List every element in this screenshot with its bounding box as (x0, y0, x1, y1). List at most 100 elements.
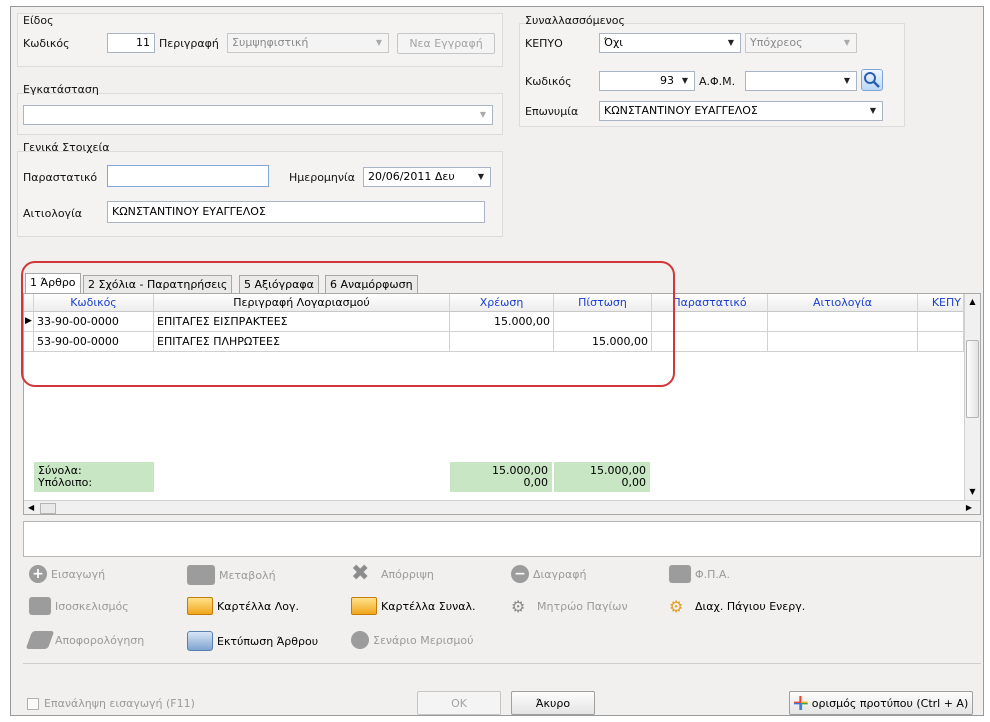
info-strip (23, 521, 981, 557)
repeat-entry-checkbox[interactable]: Επανάληψη εισαγωγή (F11) (27, 697, 195, 710)
template-button[interactable]: ορισμός προτύπου (Ctrl + A) (789, 691, 973, 715)
table-row-code[interactable]: 33-90-00-0000 (34, 312, 154, 332)
kepyo-select[interactable]: Όχι ▼ (599, 33, 741, 53)
entries-grid: Κωδικός Περιγραφή Λογαριασμού Χρέωση Πίσ… (23, 293, 981, 515)
grid-header-credit[interactable]: Πίστωση (554, 294, 652, 312)
tab-axiografa[interactable]: 5 Αξιόγραφα (239, 275, 319, 293)
template-icon (793, 696, 808, 710)
printer-icon (187, 631, 213, 651)
tab-anamorfosi[interactable]: 6 Αναμόρφωση (325, 275, 418, 293)
gears-icon: ⚙ (669, 597, 684, 616)
horizontal-scrollbar[interactable]: ◀ ▶ (24, 500, 980, 514)
chevron-down-icon: ▼ (477, 172, 485, 181)
chevron-down-icon: ▼ (375, 38, 383, 47)
table-row-credit[interactable]: 15.000,00 (554, 332, 652, 352)
table-row-doc[interactable] (652, 332, 768, 352)
kepyo-type-select[interactable]: Υπόχρεος ▼ (745, 33, 857, 53)
fixed-assets-tool[interactable]: ⚙ Μητρώο Παγίων (511, 597, 628, 616)
grid-header-code[interactable]: Κωδικός (34, 294, 154, 312)
insert-label: Εισαγωγή (51, 567, 106, 581)
vat-icon (669, 565, 691, 583)
eidos-code-field[interactable]: 11 (107, 33, 155, 53)
total-debit-block: 15.000,00 0,00 (450, 462, 552, 492)
reject-tool[interactable]: ✖ Απόρριψη (351, 563, 434, 585)
table-row-debit[interactable]: 15.000,00 (450, 312, 554, 332)
checkbox-icon[interactable] (27, 697, 39, 710)
grid-header-kepyo[interactable]: ΚΕΠΥ (918, 294, 964, 312)
account-card-label: Καρτέλλα Λογ. (217, 599, 300, 613)
account-card-tool[interactable]: Καρτέλλα Λογ. (187, 597, 299, 615)
delete-tool[interactable]: − Διαγραφή (511, 565, 586, 583)
scroll-down-icon[interactable]: ▼ (965, 484, 980, 500)
reason-field[interactable]: ΚΩΝΣΤΑΝΤΙΝΟΥ ΕΥΑΓΓΕΛΟΣ (107, 201, 485, 223)
eidos-desc-label: Περιγραφή (159, 37, 219, 50)
grid-header-debit[interactable]: Χρέωση (450, 294, 554, 312)
insert-tool[interactable]: + Εισαγωγή (29, 565, 105, 583)
total-credit-block: 15.000,00 0,00 (554, 462, 650, 492)
vat-tool[interactable]: Φ.Π.Α. (669, 565, 730, 583)
table-row-credit[interactable] (554, 312, 652, 332)
print-tool[interactable]: Εκτύπωση Άρθρου (187, 631, 318, 651)
table-row-reason[interactable] (768, 312, 918, 332)
ok-button[interactable]: ΟΚ (417, 691, 501, 715)
template-label: ορισμός προτύπου (Ctrl + A) (811, 696, 969, 710)
doc-field[interactable] (107, 165, 269, 187)
grid-header-reason[interactable]: Αιτιολογία (768, 294, 918, 312)
partner-name-select[interactable]: ΚΩΝΣΤΑΝΤΙΝΟΥ ΕΥΑΓΓΕΛΟΣ ▼ (599, 101, 883, 121)
allocation-tool[interactable]: Σενάριο Μερισμού (351, 631, 473, 649)
scroll-left-icon[interactable]: ◀ (28, 503, 34, 512)
balance-label: Ισοσκελισμός (55, 599, 129, 613)
balance-label: Υπόλοιπο: (38, 476, 93, 489)
table-row-reason[interactable] (768, 332, 918, 352)
cancel-button[interactable]: Άκυρο (511, 691, 595, 715)
partner-code-select[interactable]: 93 ▼ (599, 71, 695, 91)
balance-tool[interactable]: Ισοσκελισμός (29, 597, 129, 615)
eidos-desc-select[interactable]: Συμψηφιστική ▼ (227, 33, 389, 53)
table-row-desc[interactable]: ΕΠΙΤΑΓΕΣ ΠΛΗΡΩΤΕΕΣ (154, 332, 450, 352)
divider (23, 663, 981, 664)
afm-label: Α.Φ.Μ. (699, 75, 736, 88)
installation-select[interactable]: ▼ (23, 105, 493, 125)
depreciation-tool[interactable]: Αποφορολόγηση (25, 631, 145, 649)
general-group (17, 151, 503, 237)
reason-label: Αιτιολογία (23, 207, 83, 220)
asset-mgmt-label: Διαχ. Πάγιου Ενεργ. (695, 599, 806, 613)
minus-icon: − (511, 565, 529, 583)
vertical-scrollbar[interactable]: ▲ ▼ (964, 294, 980, 500)
folder-icon (187, 597, 213, 615)
scroll-up-icon[interactable]: ▲ (965, 294, 980, 310)
h-scroll-thumb[interactable] (40, 503, 56, 514)
partner-name-value: ΚΩΝΣΤΑΝΤΙΝΟΥ ΕΥΑΓΓΕΛΟΣ (604, 104, 758, 117)
search-icon[interactable] (861, 69, 883, 91)
tab-comments[interactable]: 2 Σχόλια - Παρατηρήσεις (83, 275, 233, 293)
eidos-code-label: Κωδικός (23, 37, 70, 50)
date-select[interactable]: 20/06/2011 Δευ ▼ (363, 167, 491, 187)
allocation-label: Σενάριο Μερισμού (373, 633, 474, 647)
scroll-thumb[interactable] (966, 340, 979, 418)
table-row-doc[interactable] (652, 312, 768, 332)
table-row-kepyo[interactable] (918, 332, 964, 352)
kepyo-value: Όχι (604, 36, 624, 49)
new-entry-button[interactable]: Νεα Εγγραφή (397, 33, 495, 54)
chevron-down-icon: ▼ (843, 76, 851, 85)
partner-card-tool[interactable]: Καρτέλλα Συναλ. (351, 597, 476, 615)
table-row-debit[interactable] (450, 332, 554, 352)
table-row-desc[interactable]: ΕΠΙΤΑΓΕΣ ΕΙΣΠΡΑΚΤΕΕΣ (154, 312, 450, 332)
scroll-right-icon[interactable]: ▶ (966, 503, 972, 512)
table-row-kepyo[interactable] (918, 312, 964, 332)
doc-label: Παραστατικό (23, 171, 98, 184)
kepyo-label: ΚΕΠΥΟ (525, 37, 563, 50)
installation-title: Εγκατάσταση (23, 83, 99, 96)
fixed-assets-label: Μητρώο Παγίων (537, 599, 628, 613)
tab-arthro[interactable]: 1 Άρθρο (25, 273, 81, 293)
grid-header-desc[interactable]: Περιγραφή Λογαριασμού (154, 294, 450, 312)
repeat-entry-label: Επανάληψη εισαγωγή (F11) (44, 697, 195, 710)
depreciation-label: Αποφορολόγηση (55, 633, 145, 647)
table-row-code[interactable]: 53-90-00-0000 (34, 332, 154, 352)
delete-label: Διαγραφή (533, 567, 587, 581)
afm-select[interactable]: ▼ (745, 71, 857, 91)
partner-code-label: Κωδικός (525, 75, 572, 88)
modify-tool[interactable]: Μεταβολή (187, 565, 276, 585)
grid-header-doc[interactable]: Παραστατικό (652, 294, 768, 312)
asset-mgmt-tool[interactable]: ⚙ Διαχ. Πάγιου Ενεργ. (669, 597, 806, 616)
